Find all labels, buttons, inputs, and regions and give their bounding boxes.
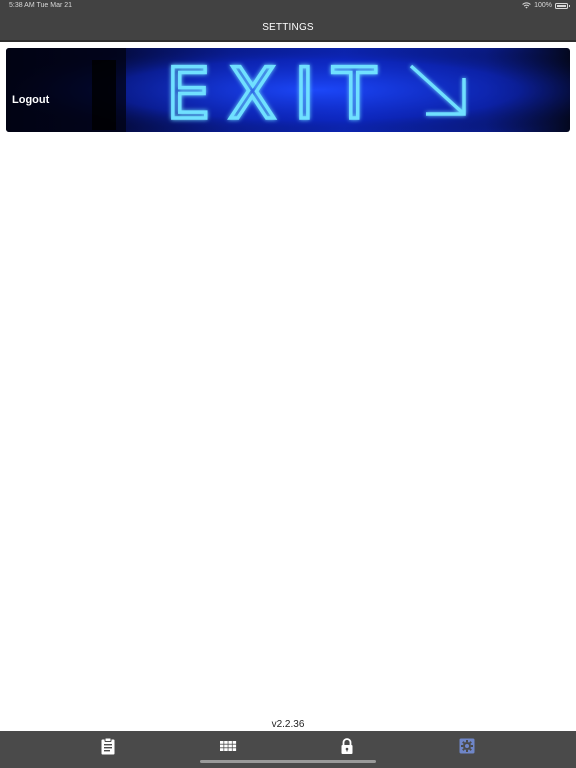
clipboard-icon	[101, 737, 115, 755]
status-bar-right: 100%	[522, 2, 570, 9]
exit-sign-image: EXIT	[6, 48, 570, 132]
page-title: SETTINGS	[262, 22, 314, 33]
logout-label: Logout	[12, 94, 50, 106]
home-indicator	[200, 760, 376, 763]
top-navigation-bar: 5:38 AM Tue Mar 21 100% SETTINGS	[0, 0, 576, 42]
logout-button[interactable]: EXIT Logout	[6, 48, 570, 132]
settings-icon	[459, 738, 475, 754]
tab-settings[interactable]	[395, 731, 539, 768]
wifi-icon	[522, 2, 531, 9]
battery-icon	[555, 2, 570, 9]
battery-percentage: 100%	[534, 2, 552, 9]
app-version: v2.2.36	[271, 719, 305, 730]
status-bar-time: 5:38 AM Tue Mar 21	[9, 2, 72, 9]
status-time: 5:38 AM	[9, 2, 35, 9]
lock-icon	[341, 738, 353, 754]
status-date: Tue Mar 21	[36, 2, 73, 9]
keypad-icon	[220, 741, 237, 751]
exit-sign-text: EXIT	[166, 53, 394, 132]
bottom-tab-bar	[0, 731, 576, 768]
